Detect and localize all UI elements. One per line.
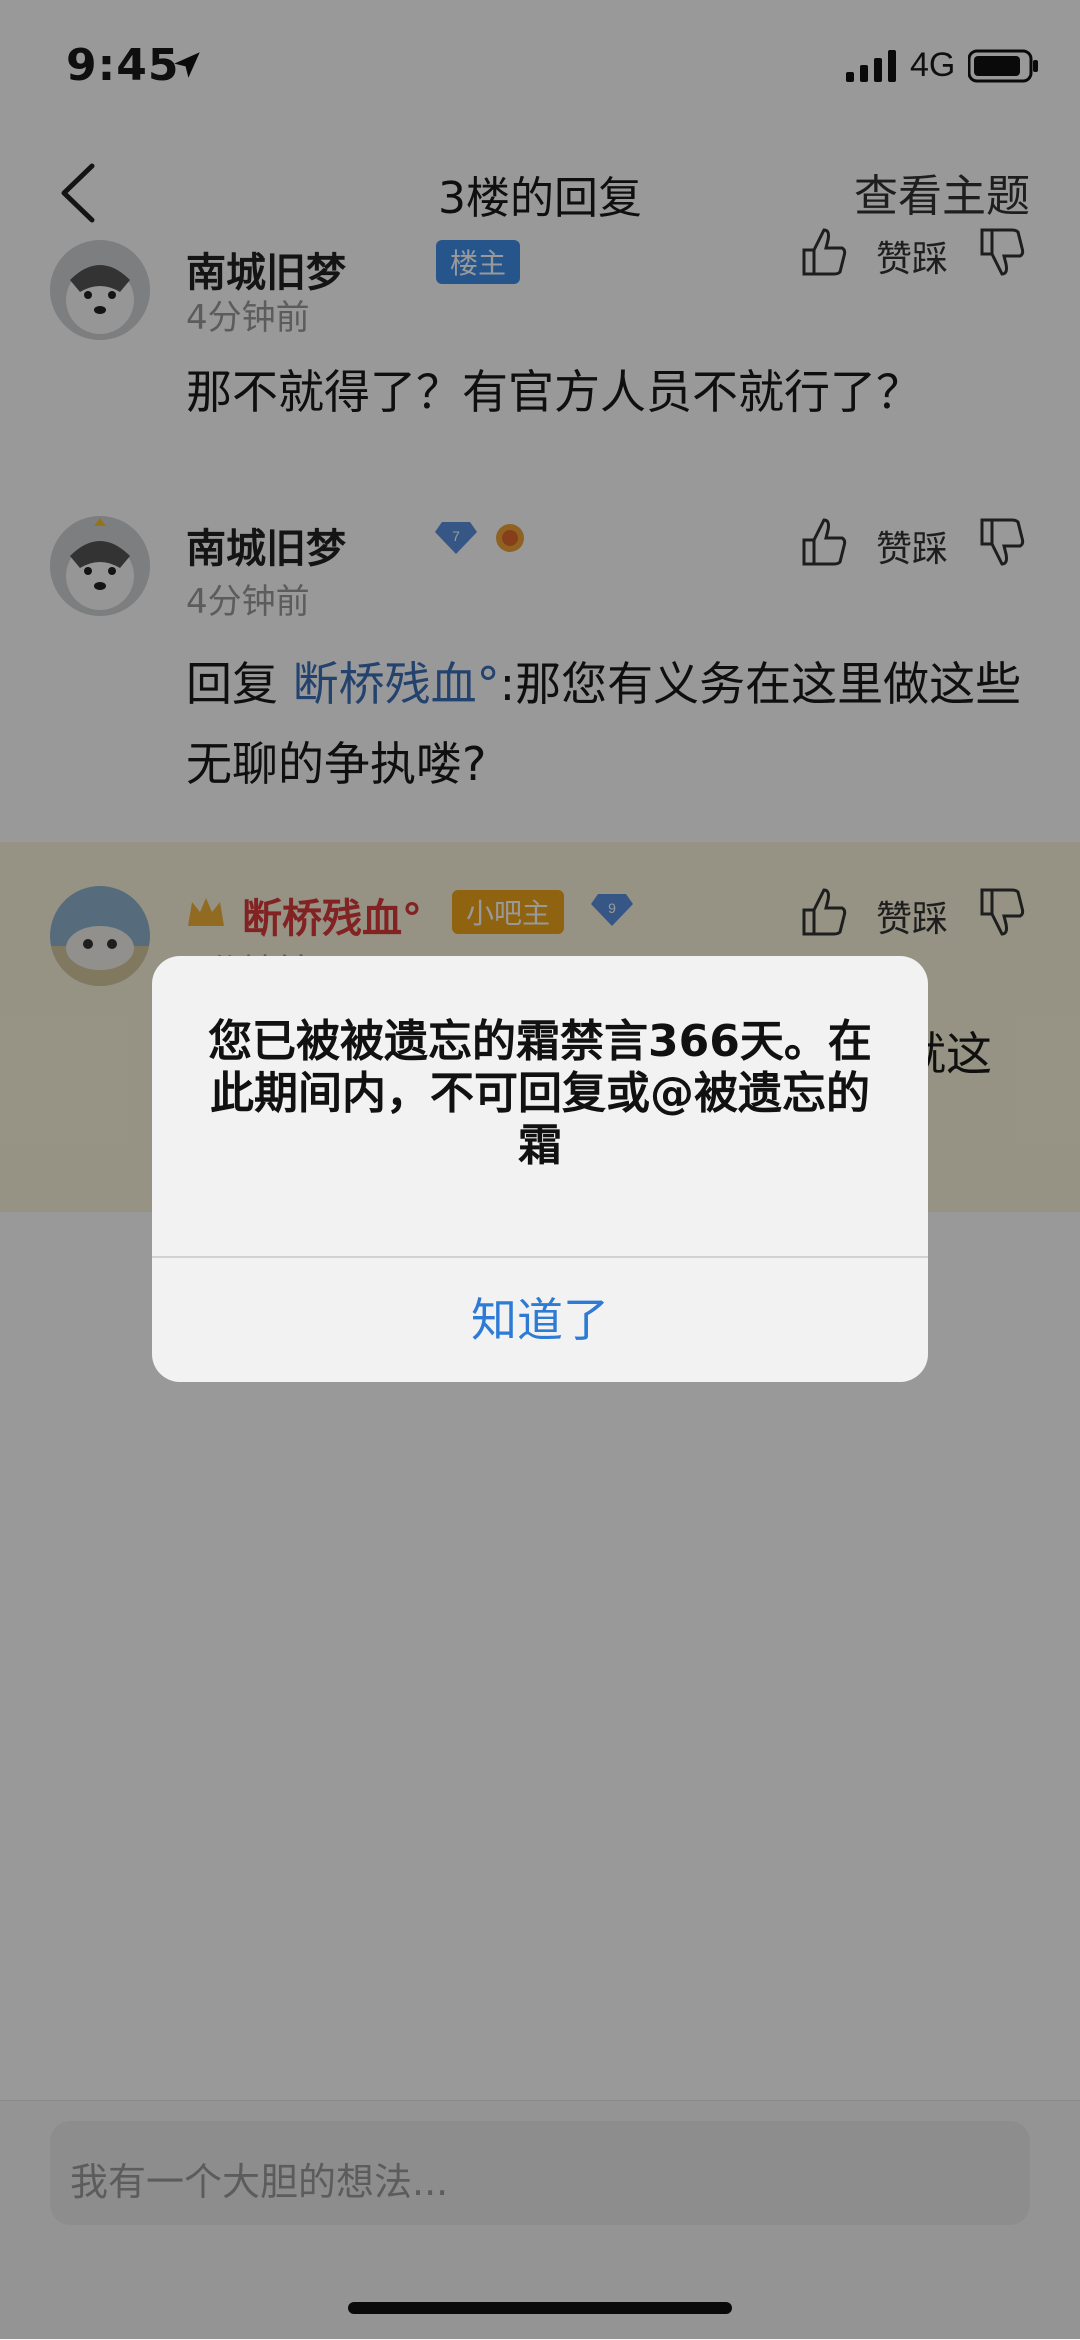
acknowledge-button[interactable]: 知道了 bbox=[152, 1258, 928, 1382]
ban-alert-dialog: 您已被被遗忘的霜禁言366天。在此期间内，不可回复或@被遗忘的霜 知道了 bbox=[152, 956, 928, 1382]
alert-message: 您已被被遗忘的霜禁言366天。在此期间内，不可回复或@被遗忘的霜 bbox=[208, 1016, 872, 1171]
